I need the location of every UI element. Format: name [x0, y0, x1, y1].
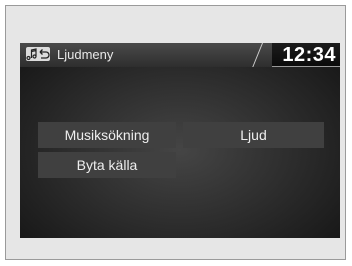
- audio-return-icon[interactable]: [26, 47, 50, 61]
- music-search-button[interactable]: Musiksökning: [38, 122, 176, 148]
- sound-button[interactable]: Ljud: [183, 122, 324, 148]
- change-source-button[interactable]: Byta källa: [38, 152, 176, 178]
- screen-title: Ljudmeny: [57, 47, 114, 62]
- audio-menu-screen: Ljudmeny 12:34 Musiksökning Ljud Byta kä…: [20, 43, 340, 238]
- header-bar: Ljudmeny 12:34: [20, 43, 340, 67]
- header-divider: [252, 43, 264, 67]
- clock: 12:34: [282, 44, 336, 66]
